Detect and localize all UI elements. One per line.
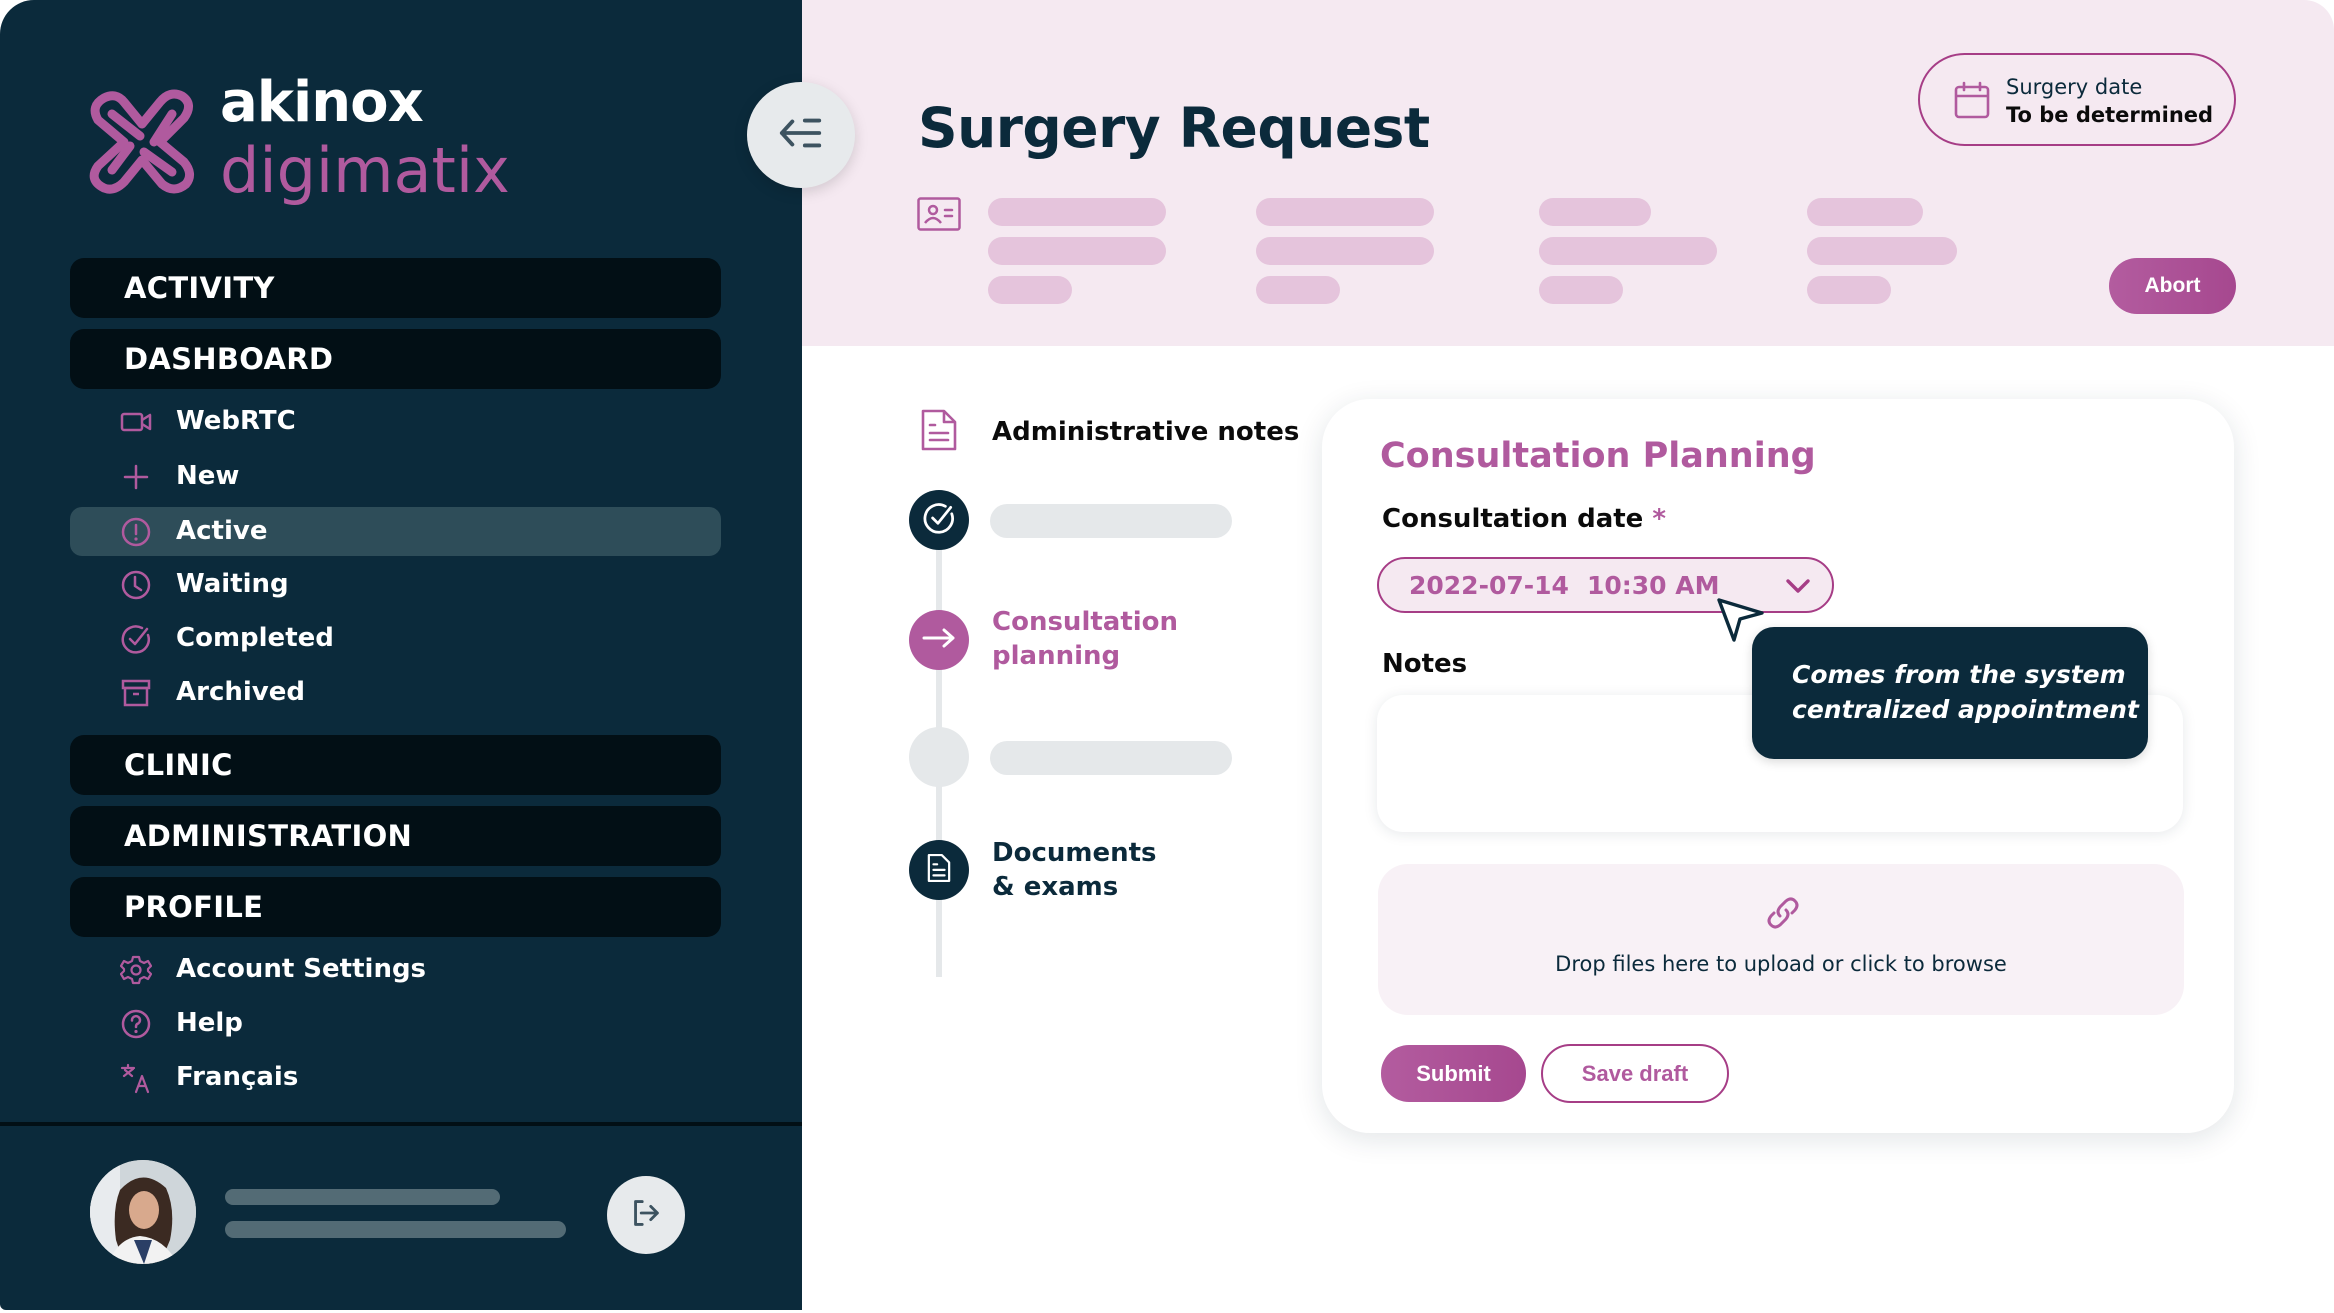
patient-info-placeholder bbox=[1539, 198, 1651, 226]
arrow-right-icon bbox=[921, 626, 957, 654]
logout-icon bbox=[627, 1194, 665, 1236]
user-name-placeholder bbox=[225, 1189, 500, 1205]
sidebar-item-help[interactable]: Help bbox=[70, 999, 721, 1048]
sidebar-item-active[interactable]: Active bbox=[70, 507, 721, 556]
step-consultation-planning-label[interactable]: Consultation planning bbox=[992, 605, 1178, 673]
sidebar-item-label: New bbox=[176, 461, 240, 491]
calendar-icon bbox=[1954, 81, 1990, 119]
step-pending[interactable] bbox=[909, 727, 969, 787]
check-circle-icon bbox=[120, 623, 152, 655]
mouse-pointer-icon bbox=[1716, 597, 1766, 643]
sidebar-item-label: Account Settings bbox=[176, 954, 427, 984]
document-icon bbox=[927, 853, 951, 887]
surgery-date-badge[interactable]: Surgery date To be determined bbox=[1918, 53, 2236, 146]
chevron-down-icon bbox=[1785, 575, 1811, 597]
tooltip-line: centralized appointment bbox=[1792, 695, 2139, 724]
sidebar-item-language[interactable]: Français bbox=[70, 1053, 721, 1102]
nav-section-dashboard[interactable]: DASHBOARD bbox=[70, 329, 721, 389]
sidebar-item-new[interactable]: New bbox=[70, 452, 721, 501]
akinox-logo-icon bbox=[84, 84, 200, 200]
step-label-line: & exams bbox=[992, 872, 1119, 902]
date-source-tooltip: Comes from the system centralized appoin… bbox=[1752, 627, 2148, 759]
patient-info-placeholder bbox=[1539, 276, 1623, 304]
sidebar-item-label: WebRTC bbox=[176, 406, 296, 436]
step-label-line: Consultation bbox=[992, 607, 1179, 637]
page-title: Surgery Request bbox=[918, 96, 1430, 160]
sidebar-item-waiting[interactable]: Waiting bbox=[70, 560, 721, 609]
abort-button[interactable]: Abort bbox=[2109, 258, 2236, 314]
patient-info-placeholder bbox=[988, 198, 1166, 226]
sidebar: akinox digimatix ACTIVITY DASHBOARD WebR… bbox=[0, 0, 802, 1310]
patient-info-placeholder bbox=[1807, 276, 1891, 304]
alert-circle-icon bbox=[120, 516, 152, 548]
plus-icon bbox=[120, 461, 152, 493]
avatar[interactable] bbox=[90, 1160, 196, 1264]
step-current[interactable] bbox=[909, 610, 969, 670]
step-label-placeholder bbox=[990, 741, 1232, 775]
sidebar-item-label: Active bbox=[176, 516, 268, 546]
surgery-date-label: Surgery date bbox=[2006, 75, 2143, 99]
step-label-line: planning bbox=[992, 641, 1121, 671]
step-label-placeholder bbox=[990, 504, 1232, 538]
collapse-sidebar-button[interactable] bbox=[747, 82, 855, 188]
patient-info-placeholder bbox=[1539, 237, 1717, 265]
document-icon bbox=[920, 408, 958, 452]
consultation-date-label: Consultation date * bbox=[1382, 504, 1666, 534]
link-icon bbox=[1765, 894, 1801, 932]
id-card-icon bbox=[917, 197, 961, 231]
patient-info-placeholder bbox=[988, 276, 1072, 304]
patient-info-placeholder bbox=[1807, 198, 1923, 226]
dropzone-text: Drop files here to upload or click to br… bbox=[1555, 952, 2007, 976]
patient-info-placeholder bbox=[1807, 237, 1957, 265]
time-value: 10:30 AM bbox=[1587, 571, 1720, 600]
patient-info-placeholder bbox=[1256, 276, 1340, 304]
notes-label: Notes bbox=[1382, 649, 1468, 679]
sidebar-item-completed[interactable]: Completed bbox=[70, 614, 721, 663]
sidebar-item-webrtc[interactable]: WebRTC bbox=[70, 397, 721, 446]
administrative-notes-link[interactable]: Administrative notes bbox=[992, 417, 1299, 447]
nav-section-clinic[interactable]: CLINIC bbox=[70, 735, 721, 795]
field-label-text: Consultation date bbox=[1382, 504, 1644, 534]
required-asterisk: * bbox=[1652, 504, 1666, 534]
save-draft-button[interactable]: Save draft bbox=[1541, 1044, 1729, 1103]
sidebar-item-label: Completed bbox=[176, 623, 334, 653]
surgery-date-value: To be determined bbox=[2006, 103, 2214, 127]
sidebar-divider bbox=[0, 1122, 802, 1126]
nav-section-administration[interactable]: ADMINISTRATION bbox=[70, 806, 721, 866]
tooltip-line: Comes from the system bbox=[1792, 660, 2126, 689]
gear-icon bbox=[119, 954, 153, 986]
submit-button[interactable]: Submit bbox=[1381, 1045, 1526, 1102]
date-value: 2022-07-14 bbox=[1409, 571, 1569, 600]
patient-info-placeholder bbox=[1256, 198, 1434, 226]
check-circle-icon bbox=[922, 501, 956, 539]
help-circle-icon bbox=[120, 1008, 152, 1040]
step-documents[interactable] bbox=[909, 840, 969, 900]
sidebar-item-account-settings[interactable]: Account Settings bbox=[70, 945, 721, 994]
clock-icon bbox=[120, 569, 152, 601]
sidebar-item-label: Help bbox=[176, 1008, 243, 1038]
translate-icon bbox=[120, 1062, 152, 1094]
sidebar-item-label: Waiting bbox=[176, 569, 289, 599]
brand-name-akinox: akinox bbox=[220, 70, 424, 135]
user-role-placeholder bbox=[225, 1221, 566, 1238]
sidebar-item-label: Français bbox=[176, 1062, 299, 1092]
step-label-line: Documents bbox=[992, 838, 1157, 868]
collapse-menu-icon bbox=[777, 113, 825, 157]
patient-info-placeholder bbox=[988, 237, 1166, 265]
step-documents-label[interactable]: Documents & exams bbox=[992, 836, 1157, 904]
sidebar-item-archived[interactable]: Archived bbox=[70, 668, 721, 717]
nav-section-activity[interactable]: ACTIVITY bbox=[70, 258, 721, 318]
archive-box-icon bbox=[120, 677, 152, 709]
nav-section-profile[interactable]: PROFILE bbox=[70, 877, 721, 937]
logout-button[interactable] bbox=[607, 1176, 685, 1254]
video-camera-icon bbox=[120, 406, 152, 438]
step-completed[interactable] bbox=[909, 490, 969, 550]
file-dropzone[interactable]: Drop files here to upload or click to br… bbox=[1378, 864, 2184, 1015]
patient-info-placeholder bbox=[1256, 237, 1434, 265]
brand-name-digimatix: digimatix bbox=[220, 134, 510, 207]
sidebar-item-label: Archived bbox=[176, 677, 305, 707]
form-title: Consultation Planning bbox=[1380, 436, 1816, 476]
